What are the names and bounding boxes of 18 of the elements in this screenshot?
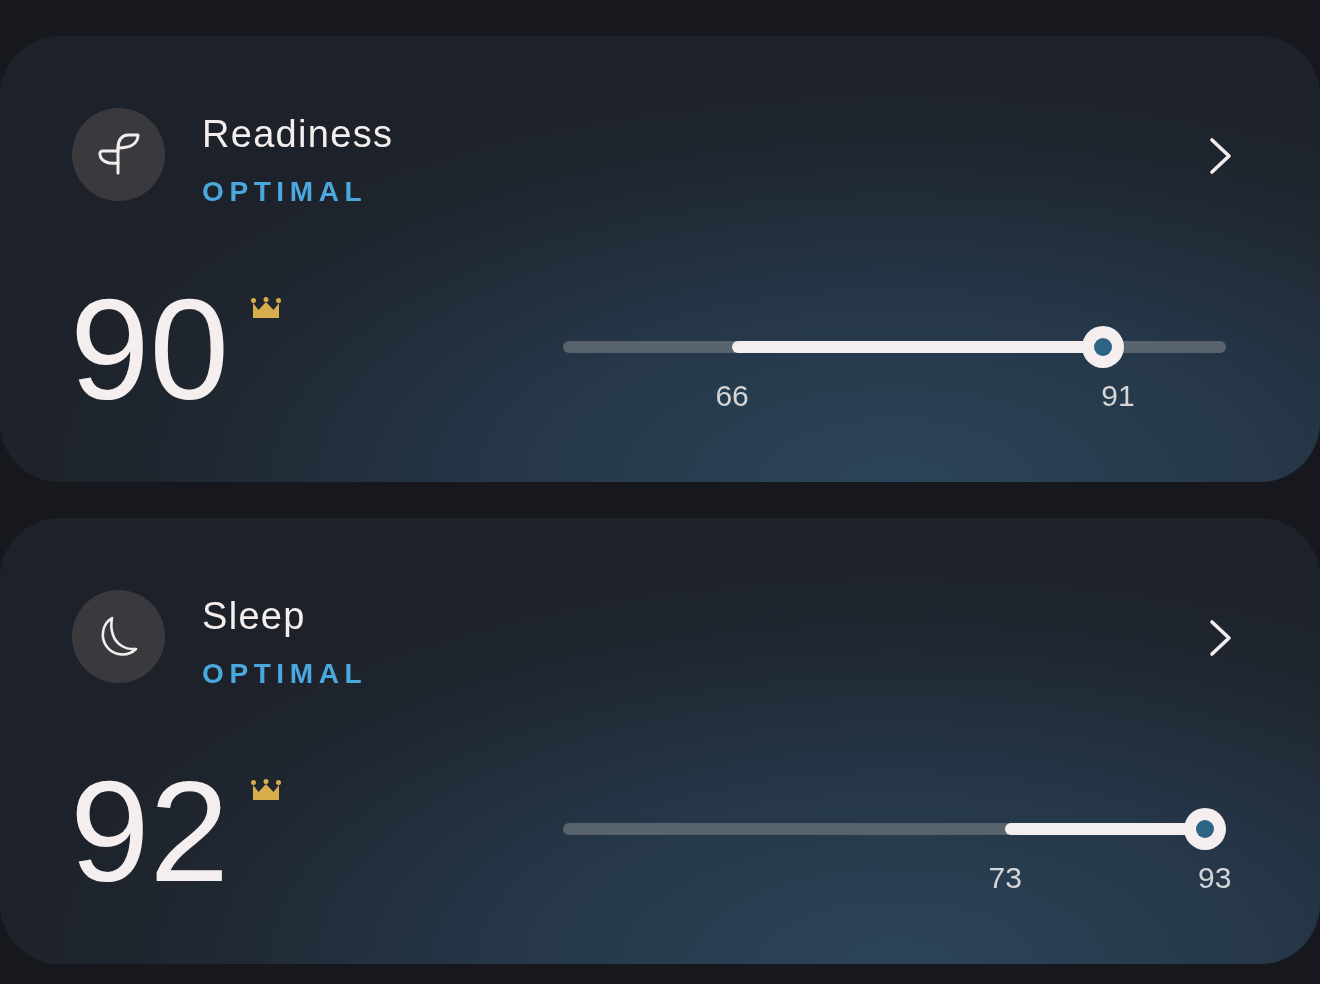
- range-label: 91: [1101, 378, 1135, 414]
- range-label: 93: [1198, 860, 1232, 896]
- card-title: Readiness: [202, 112, 394, 156]
- status-label: OPTIMAL: [202, 657, 368, 691]
- slider-thumb[interactable]: [1081, 326, 1124, 368]
- score-value: 90: [70, 278, 230, 421]
- slider-thumb[interactable]: [1183, 808, 1226, 850]
- chevron-right-icon[interactable]: [1209, 137, 1233, 175]
- card-title: Sleep: [202, 594, 306, 638]
- range-label: 66: [715, 378, 749, 414]
- score-card[interactable]: Sleep OPTIMAL 92 73 93: [0, 518, 1320, 964]
- moon-icon: [72, 590, 165, 683]
- score-value: 92: [70, 760, 230, 903]
- status-label: OPTIMAL: [202, 175, 368, 209]
- sprout-icon: [72, 108, 165, 201]
- range-label: 73: [988, 860, 1022, 896]
- score-card[interactable]: Readiness OPTIMAL 90 66 91: [0, 36, 1320, 482]
- chevron-right-icon[interactable]: [1209, 619, 1233, 657]
